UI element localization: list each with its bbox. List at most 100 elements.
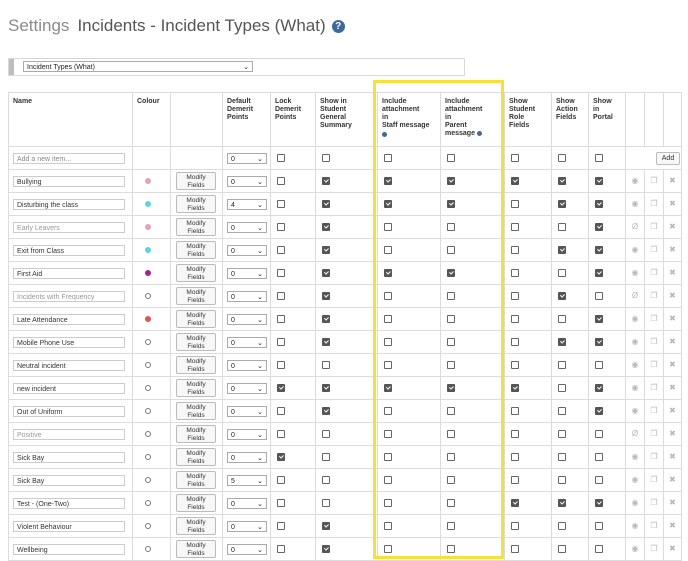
colour-swatch[interactable] [145, 454, 151, 460]
eye-icon[interactable]: ◉ [626, 383, 644, 393]
colour-swatch[interactable] [145, 339, 151, 345]
summary-checkbox[interactable] [322, 177, 330, 185]
summary-checkbox[interactable] [322, 200, 330, 208]
item-name-input[interactable]: Mobile Phone Use [13, 336, 125, 348]
add-item-input[interactable]: Add a new item... [13, 152, 125, 164]
modify-fields-button[interactable]: Modify Fields [176, 379, 216, 397]
colour-swatch[interactable] [145, 293, 151, 299]
role-checkbox[interactable] [511, 315, 519, 323]
lock-checkbox[interactable] [277, 407, 285, 415]
demerit-points-select[interactable]: 0 ⌄ [227, 313, 267, 325]
summary-checkbox[interactable] [322, 361, 330, 369]
eye-icon[interactable]: ◉ [626, 406, 644, 416]
staff-checkbox[interactable] [384, 292, 392, 300]
parent-checkbox[interactable] [447, 545, 455, 553]
eye-icon[interactable]: ◉ [626, 360, 644, 370]
demerit-points-select[interactable]: 5 ⌄ [227, 474, 267, 486]
lock-checkbox[interactable] [277, 522, 285, 530]
modify-fields-button[interactable]: Modify Fields [176, 310, 216, 328]
action-checkbox[interactable] [558, 269, 566, 277]
portal-checkbox[interactable] [595, 292, 603, 300]
colour-swatch[interactable] [145, 546, 151, 552]
new-summary-checkbox[interactable] [322, 154, 330, 162]
item-name-input[interactable]: Incidents with Frequency [13, 290, 125, 302]
demerit-points-select[interactable]: 0 ⌄ [227, 543, 267, 555]
demerit-points-select[interactable]: 0 ⌄ [227, 175, 267, 187]
copy-icon[interactable]: ❐ [645, 521, 663, 531]
lock-checkbox[interactable] [277, 292, 285, 300]
parent-checkbox[interactable] [447, 177, 455, 185]
role-checkbox[interactable] [511, 522, 519, 530]
demerit-points-select[interactable]: 0 ⌄ [227, 497, 267, 509]
portal-checkbox[interactable] [595, 522, 603, 530]
parent-checkbox[interactable] [447, 338, 455, 346]
colour-swatch[interactable] [145, 431, 151, 437]
modify-fields-button[interactable]: Modify Fields [176, 264, 216, 282]
item-name-input[interactable]: First Aid [13, 267, 125, 279]
lock-checkbox[interactable] [277, 315, 285, 323]
demerit-points-select[interactable]: 0 ⌄ [227, 451, 267, 463]
summary-checkbox[interactable] [322, 522, 330, 530]
modify-fields-button[interactable]: Modify Fields [176, 333, 216, 351]
summary-checkbox[interactable] [322, 338, 330, 346]
portal-checkbox[interactable] [595, 407, 603, 415]
item-name-input[interactable]: Violent Behaviour [13, 520, 125, 532]
eye-icon[interactable]: ◉ [626, 337, 644, 347]
role-checkbox[interactable] [511, 384, 519, 392]
summary-checkbox[interactable] [322, 315, 330, 323]
staff-checkbox[interactable] [384, 522, 392, 530]
demerit-points-select[interactable]: 4 ⌄ [227, 198, 267, 210]
staff-checkbox[interactable] [384, 361, 392, 369]
delete-x-icon[interactable]: ✖ [664, 176, 681, 186]
summary-checkbox[interactable] [322, 545, 330, 553]
item-name-input[interactable]: Positive [13, 428, 125, 440]
eye-icon[interactable]: ◉ [626, 268, 644, 278]
delete-x-icon[interactable]: ✖ [664, 199, 681, 209]
parent-checkbox[interactable] [447, 407, 455, 415]
action-checkbox[interactable] [558, 361, 566, 369]
eye-icon[interactable]: ◉ [626, 475, 644, 485]
colour-swatch[interactable] [145, 408, 151, 414]
summary-checkbox[interactable] [322, 223, 330, 231]
colour-swatch[interactable] [145, 224, 151, 230]
role-checkbox[interactable] [511, 476, 519, 484]
action-checkbox[interactable] [558, 384, 566, 392]
parent-checkbox[interactable] [447, 246, 455, 254]
incident-category-select[interactable]: Incident Types (What) ⌄ [23, 61, 253, 72]
item-name-input[interactable]: Exit from Class [13, 244, 125, 256]
lock-checkbox[interactable] [277, 246, 285, 254]
modify-fields-button[interactable]: Modify Fields [176, 448, 216, 466]
action-checkbox[interactable] [558, 338, 566, 346]
staff-checkbox[interactable] [384, 407, 392, 415]
delete-x-icon[interactable]: ✖ [664, 268, 681, 278]
portal-checkbox[interactable] [595, 200, 603, 208]
demerit-points-select[interactable]: 0 ⌄ [227, 382, 267, 394]
summary-checkbox[interactable] [322, 246, 330, 254]
copy-icon[interactable]: ❐ [645, 314, 663, 324]
portal-checkbox[interactable] [595, 384, 603, 392]
new-demerit-points-select[interactable]: 0 ⌄ [227, 152, 267, 164]
item-name-input[interactable]: Wellbeing [13, 543, 125, 555]
role-checkbox[interactable] [511, 499, 519, 507]
staff-checkbox[interactable] [384, 246, 392, 254]
copy-icon[interactable]: ❐ [645, 475, 663, 485]
item-name-input[interactable]: Out of Uniform [13, 405, 125, 417]
portal-checkbox[interactable] [595, 315, 603, 323]
delete-x-icon[interactable]: ✖ [664, 452, 681, 462]
modify-fields-button[interactable]: Modify Fields [176, 517, 216, 535]
copy-icon[interactable]: ❐ [645, 245, 663, 255]
new-role-fields-checkbox[interactable] [511, 154, 519, 162]
copy-icon[interactable]: ❐ [645, 268, 663, 278]
demerit-points-select[interactable]: 0 ⌄ [227, 336, 267, 348]
parent-checkbox[interactable] [447, 269, 455, 277]
colour-swatch[interactable] [145, 362, 151, 368]
demerit-points-select[interactable]: 0 ⌄ [227, 244, 267, 256]
demerit-points-select[interactable]: 0 ⌄ [227, 405, 267, 417]
delete-x-icon[interactable]: ✖ [664, 383, 681, 393]
copy-icon[interactable]: ❐ [645, 406, 663, 416]
info-icon[interactable] [382, 132, 387, 137]
action-checkbox[interactable] [558, 430, 566, 438]
portal-checkbox[interactable] [595, 361, 603, 369]
delete-x-icon[interactable]: ✖ [664, 498, 681, 508]
delete-x-icon[interactable]: ✖ [664, 406, 681, 416]
